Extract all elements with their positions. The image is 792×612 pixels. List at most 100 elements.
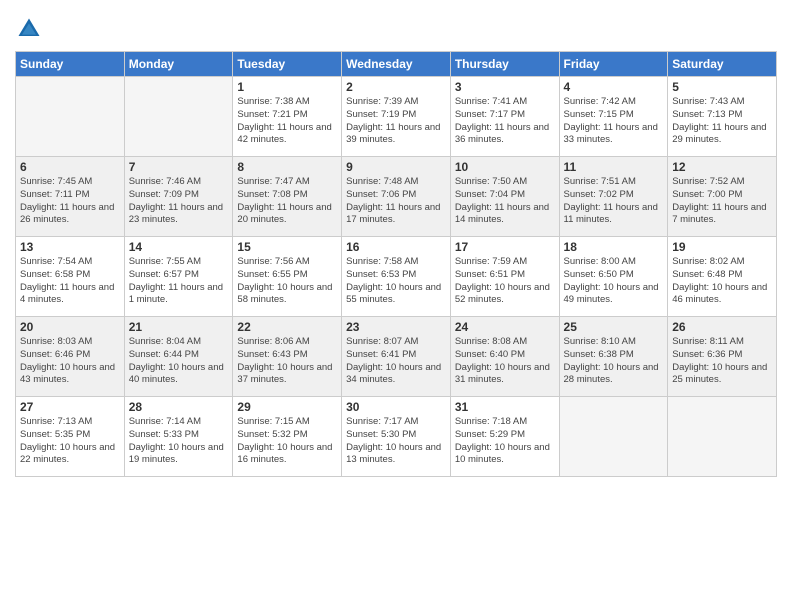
calendar-weekday-sunday: Sunday <box>16 52 125 77</box>
calendar-cell: 18Sunrise: 8:00 AM Sunset: 6:50 PM Dayli… <box>559 237 668 317</box>
calendar-cell: 12 Sunrise: 7:52 AM Sunset: 7:00 PM Dayli… <box>668 157 777 237</box>
day-number: 8 <box>237 160 337 174</box>
day-number: 22 <box>237 320 337 334</box>
calendar-cell: 19 Sunrise: 8:02 AM Sunset: 6:48 PM Dayli… <box>668 237 777 317</box>
calendar-cell: 25 Sunrise: 8:10 AM Sunset: 6:38 PM Dayli… <box>559 317 668 397</box>
day-info: Sunrise: 7:17 AM Sunset: 5:30 PM Dayligh… <box>346 416 446 467</box>
day-number: 1 <box>237 80 337 94</box>
calendar-cell: 3 Sunrise: 7:41 AM Sunset: 7:17 PM Daylig… <box>450 77 559 157</box>
header <box>15 10 777 43</box>
calendar-cell: 5Sunrise: 7:43 AM Sunset: 7:13 PM Daylig… <box>668 77 777 157</box>
day-info: Sunrise: 7:43 AM Sunset: 7:13 PM Dayligh… <box>672 96 772 147</box>
day-number: 27 <box>20 400 120 414</box>
day-number: 17 <box>455 240 555 254</box>
day-number: 6 <box>20 160 120 174</box>
day-number: 20 <box>20 320 120 334</box>
calendar-cell: 30 Sunrise: 7:17 AM Sunset: 5:30 PM Dayli… <box>342 397 451 477</box>
calendar-cell: 1 Sunrise: 7:38 AM Sunset: 7:21 PM Daylig… <box>233 77 342 157</box>
day-info: Sunrise: 8:08 AM Sunset: 6:40 PM Dayligh… <box>455 336 555 387</box>
calendar-cell: 26 Sunrise: 8:11 AM Sunset: 6:36 PM Dayli… <box>668 317 777 397</box>
day-info: Sunrise: 7:46 AM Sunset: 7:09 PM Dayligh… <box>129 176 229 227</box>
calendar-cell: 11 Sunrise: 7:51 AM Sunset: 7:02 PM Dayli… <box>559 157 668 237</box>
calendar-week-2: 6 Sunrise: 7:45 AM Sunset: 7:11 PM Daylig… <box>16 157 777 237</box>
logo-icon <box>15 15 43 43</box>
day-info: Sunrise: 7:38 AM Sunset: 7:21 PM Dayligh… <box>237 96 337 147</box>
calendar-cell <box>668 397 777 477</box>
day-info: Sunrise: 7:48 AM Sunset: 7:06 PM Dayligh… <box>346 176 446 227</box>
page: SundayMondayTuesdayWednesdayThursdayFrid… <box>0 0 792 612</box>
day-info: Sunrise: 8:02 AM Sunset: 6:48 PM Dayligh… <box>672 256 772 307</box>
calendar-cell: 14 Sunrise: 7:55 AM Sunset: 6:57 PM Dayli… <box>124 237 233 317</box>
day-info: Sunrise: 7:15 AM Sunset: 5:32 PM Dayligh… <box>237 416 337 467</box>
logo <box>15 15 47 43</box>
calendar-cell: 16 Sunrise: 7:58 AM Sunset: 6:53 PM Dayli… <box>342 237 451 317</box>
day-number: 14 <box>129 240 229 254</box>
calendar-weekday-wednesday: Wednesday <box>342 52 451 77</box>
day-number: 3 <box>455 80 555 94</box>
day-number: 10 <box>455 160 555 174</box>
day-info: Sunrise: 8:04 AM Sunset: 6:44 PM Dayligh… <box>129 336 229 387</box>
day-info: Sunrise: 7:14 AM Sunset: 5:33 PM Dayligh… <box>129 416 229 467</box>
calendar-week-3: 13 Sunrise: 7:54 AM Sunset: 6:58 PM Dayli… <box>16 237 777 317</box>
day-number: 16 <box>346 240 446 254</box>
day-info: Sunrise: 7:54 AM Sunset: 6:58 PM Dayligh… <box>20 256 120 307</box>
calendar-weekday-monday: Monday <box>124 52 233 77</box>
calendar-cell: 4 Sunrise: 7:42 AM Sunset: 7:15 PM Daylig… <box>559 77 668 157</box>
day-info: Sunrise: 8:07 AM Sunset: 6:41 PM Dayligh… <box>346 336 446 387</box>
calendar-week-4: 20 Sunrise: 8:03 AM Sunset: 6:46 PM Dayli… <box>16 317 777 397</box>
calendar-weekday-thursday: Thursday <box>450 52 559 77</box>
day-number: 19 <box>672 240 772 254</box>
calendar-cell <box>16 77 125 157</box>
calendar-weekday-friday: Friday <box>559 52 668 77</box>
day-info: Sunrise: 7:47 AM Sunset: 7:08 PM Dayligh… <box>237 176 337 227</box>
day-number: 11 <box>564 160 664 174</box>
day-info: Sunrise: 8:11 AM Sunset: 6:36 PM Dayligh… <box>672 336 772 387</box>
day-info: Sunrise: 8:03 AM Sunset: 6:46 PM Dayligh… <box>20 336 120 387</box>
calendar-cell: 7 Sunrise: 7:46 AM Sunset: 7:09 PM Daylig… <box>124 157 233 237</box>
day-info: Sunrise: 8:00 AM Sunset: 6:50 PM Dayligh… <box>564 256 664 307</box>
calendar-table: SundayMondayTuesdayWednesdayThursdayFrid… <box>15 51 777 477</box>
day-number: 30 <box>346 400 446 414</box>
day-number: 31 <box>455 400 555 414</box>
day-number: 7 <box>129 160 229 174</box>
calendar-cell: 21 Sunrise: 8:04 AM Sunset: 6:44 PM Dayli… <box>124 317 233 397</box>
day-info: Sunrise: 7:51 AM Sunset: 7:02 PM Dayligh… <box>564 176 664 227</box>
calendar-cell: 6 Sunrise: 7:45 AM Sunset: 7:11 PM Daylig… <box>16 157 125 237</box>
day-number: 12 <box>672 160 772 174</box>
day-info: Sunrise: 8:06 AM Sunset: 6:43 PM Dayligh… <box>237 336 337 387</box>
calendar-weekday-saturday: Saturday <box>668 52 777 77</box>
day-info: Sunrise: 7:55 AM Sunset: 6:57 PM Dayligh… <box>129 256 229 307</box>
calendar-cell: 20 Sunrise: 8:03 AM Sunset: 6:46 PM Dayli… <box>16 317 125 397</box>
day-number: 28 <box>129 400 229 414</box>
day-info: Sunrise: 7:52 AM Sunset: 7:00 PM Dayligh… <box>672 176 772 227</box>
day-info: Sunrise: 8:10 AM Sunset: 6:38 PM Dayligh… <box>564 336 664 387</box>
calendar-cell: 8 Sunrise: 7:47 AM Sunset: 7:08 PM Daylig… <box>233 157 342 237</box>
day-number: 25 <box>564 320 664 334</box>
calendar-week-1: 1 Sunrise: 7:38 AM Sunset: 7:21 PM Daylig… <box>16 77 777 157</box>
calendar-cell: 29 Sunrise: 7:15 AM Sunset: 5:32 PM Dayli… <box>233 397 342 477</box>
calendar-cell: 9Sunrise: 7:48 AM Sunset: 7:06 PM Daylig… <box>342 157 451 237</box>
calendar-cell: 22 Sunrise: 8:06 AM Sunset: 6:43 PM Dayli… <box>233 317 342 397</box>
day-info: Sunrise: 7:42 AM Sunset: 7:15 PM Dayligh… <box>564 96 664 147</box>
day-info: Sunrise: 7:50 AM Sunset: 7:04 PM Dayligh… <box>455 176 555 227</box>
calendar-cell: 31 Sunrise: 7:18 AM Sunset: 5:29 PM Dayli… <box>450 397 559 477</box>
day-info: Sunrise: 7:18 AM Sunset: 5:29 PM Dayligh… <box>455 416 555 467</box>
day-number: 4 <box>564 80 664 94</box>
day-info: Sunrise: 7:39 AM Sunset: 7:19 PM Dayligh… <box>346 96 446 147</box>
day-info: Sunrise: 7:41 AM Sunset: 7:17 PM Dayligh… <box>455 96 555 147</box>
day-number: 26 <box>672 320 772 334</box>
day-info: Sunrise: 7:58 AM Sunset: 6:53 PM Dayligh… <box>346 256 446 307</box>
calendar-cell: 24 Sunrise: 8:08 AM Sunset: 6:40 PM Dayli… <box>450 317 559 397</box>
day-number: 2 <box>346 80 446 94</box>
calendar-cell: 13 Sunrise: 7:54 AM Sunset: 6:58 PM Dayli… <box>16 237 125 317</box>
day-info: Sunrise: 7:45 AM Sunset: 7:11 PM Dayligh… <box>20 176 120 227</box>
day-number: 24 <box>455 320 555 334</box>
day-number: 13 <box>20 240 120 254</box>
day-number: 29 <box>237 400 337 414</box>
calendar-cell <box>559 397 668 477</box>
day-info: Sunrise: 7:59 AM Sunset: 6:51 PM Dayligh… <box>455 256 555 307</box>
calendar-weekday-tuesday: Tuesday <box>233 52 342 77</box>
calendar-cell: 27Sunrise: 7:13 AM Sunset: 5:35 PM Dayli… <box>16 397 125 477</box>
calendar-cell <box>124 77 233 157</box>
day-number: 21 <box>129 320 229 334</box>
